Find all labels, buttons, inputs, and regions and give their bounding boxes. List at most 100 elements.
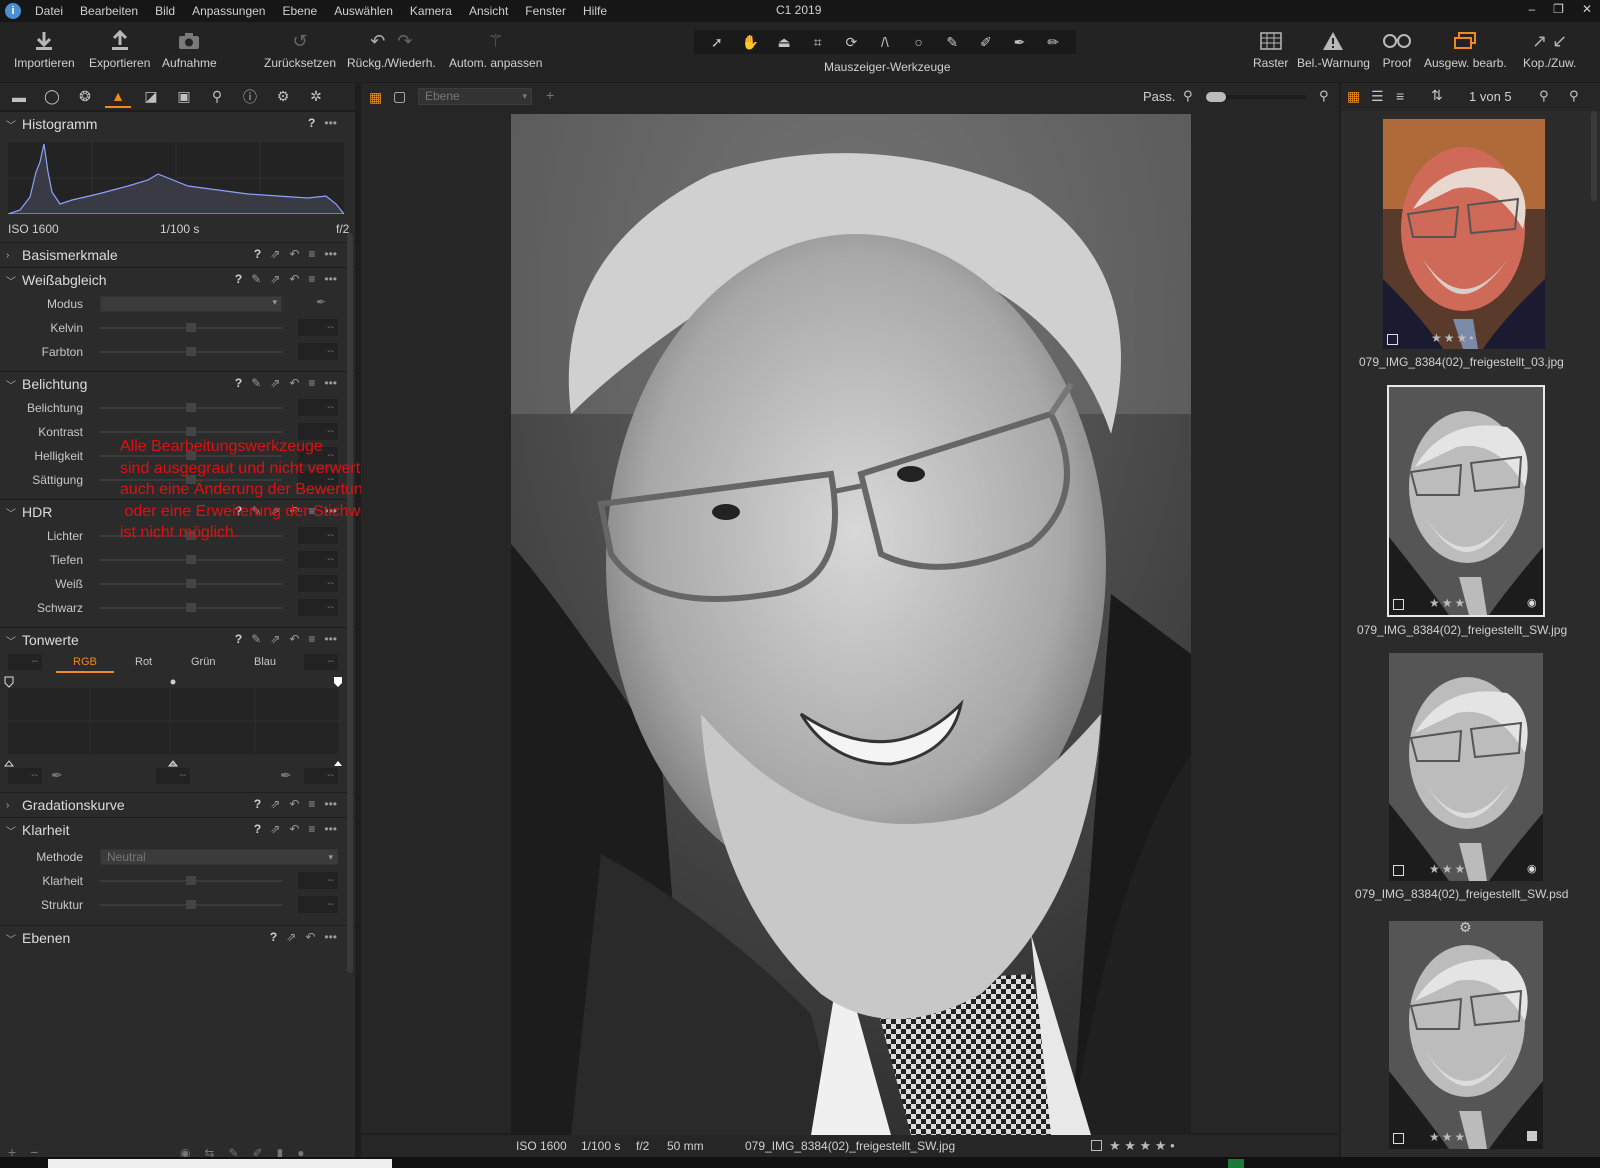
taskbar-search-box[interactable] [48, 1159, 392, 1168]
thumbnail-2-checkbox[interactable] [1393, 599, 1404, 610]
multi-view-icon[interactable]: ▦ [369, 89, 382, 106]
white-value[interactable]: -- [298, 575, 338, 592]
menu-bearbeiten[interactable]: Bearbeiten [80, 4, 138, 18]
levels-input-high[interactable]: -- [304, 654, 338, 670]
reset-icon[interactable]: ↶ [289, 822, 299, 836]
reset-icon[interactable]: ↶ [289, 272, 299, 286]
more-icon[interactable]: ••• [324, 822, 337, 836]
copy-icon[interactable]: ⇗ [270, 822, 280, 836]
output-tab-icon[interactable]: ⚙ [270, 86, 296, 108]
menu-anpassungen[interactable]: Anpassungen [192, 4, 265, 18]
picker-icon[interactable]: ✎ [251, 376, 261, 390]
kelvin-value[interactable]: -- [298, 319, 338, 336]
details-tab-icon[interactable]: ▣ [171, 86, 197, 108]
eyedropper-icon[interactable]: ✒ [1005, 34, 1033, 51]
search-icon[interactable]: ⚲ [1569, 88, 1579, 104]
select-pointer-icon[interactable]: ➚ [703, 34, 731, 51]
zoom-slider-knob[interactable] [1206, 92, 1226, 102]
brush-icon[interactable]: ✎ [938, 34, 966, 51]
layers-header[interactable]: ﹀ Ebenen ? ⇗ ↶ ••• [0, 925, 355, 950]
levels-tab-blue[interactable]: Blau [254, 656, 276, 668]
histogram-header[interactable]: ﹀ Histogramm ? ••• [0, 111, 355, 136]
presets-icon[interactable]: ≡ [308, 247, 315, 261]
search-tab-icon[interactable]: ⚲ [204, 86, 230, 108]
thumbnail-3-rating[interactable]: ★★★• [1429, 862, 1473, 876]
eyedropper-icon[interactable]: ✒ [316, 295, 326, 309]
zoom-thumbnails-icon[interactable]: ⚲ [1539, 88, 1549, 104]
help-icon[interactable]: ? [270, 930, 277, 944]
presets-icon[interactable]: ≡ [308, 632, 315, 646]
levels-header[interactable]: ﹀ Tonwerte ? ✎ ⇗ ↶ ≡ ••• [0, 627, 355, 652]
more-icon[interactable]: ••• [324, 632, 337, 646]
tint-slider-knob[interactable] [186, 347, 196, 356]
more-icon[interactable]: ••• [324, 930, 337, 944]
reset-icon[interactable]: ↶ [289, 797, 299, 811]
zoom-in-icon[interactable]: ⚲ [1319, 88, 1329, 104]
proof-button[interactable]: Proof [1382, 28, 1412, 70]
thumbnail-4[interactable]: ⚙ ★★★• [1389, 919, 1543, 1149]
spot-removal-icon[interactable]: ○ [905, 34, 933, 50]
clarity-slider-knob[interactable] [186, 876, 196, 885]
viewer-rating[interactable]: ★ ★ ★ ★ • [1109, 1138, 1175, 1154]
help-icon[interactable]: ? [308, 116, 315, 130]
levels-midtone[interactable]: -- [156, 768, 190, 784]
black-slider-knob[interactable] [186, 603, 196, 612]
structure-value[interactable]: -- [298, 896, 338, 913]
copy-icon[interactable]: ⇗ [270, 632, 280, 646]
levels-output-low[interactable]: -- [8, 768, 42, 784]
white-slider-knob[interactable] [186, 579, 196, 588]
minimize-button[interactable]: – [1528, 2, 1535, 16]
more-icon[interactable]: ••• [324, 247, 337, 261]
help-icon[interactable]: ? [235, 376, 242, 390]
clarity-header[interactable]: ﹀ Klarheit ? ⇗ ↶ ≡ ••• [0, 817, 355, 842]
help-icon[interactable]: ? [254, 797, 261, 811]
levels-output-high[interactable]: -- [304, 768, 338, 784]
more-icon[interactable]: ••• [324, 797, 337, 811]
library-tab-icon[interactable]: ▬ [6, 86, 32, 108]
more-icon[interactable]: ••• [324, 376, 337, 390]
levels-input-low[interactable]: -- [8, 654, 42, 670]
structure-slider-knob[interactable] [186, 900, 196, 909]
clarity-method-dropdown[interactable]: Neutral ▾ [100, 849, 338, 865]
add-layer-plus-icon[interactable]: + [546, 87, 554, 103]
menu-bild[interactable]: Bild [155, 4, 175, 18]
contrast-slider-knob[interactable] [186, 427, 196, 436]
thumbnail-4-checkbox[interactable] [1393, 1133, 1404, 1144]
color-tab-icon[interactable]: ❂ [72, 86, 98, 108]
presets-icon[interactable]: ≡ [308, 376, 315, 390]
keystone-icon[interactable]: /\ [871, 34, 899, 50]
exposure-slider-knob[interactable] [186, 403, 196, 412]
maximize-button[interactable]: ❐ [1553, 2, 1564, 16]
thumbnail-1-rating[interactable]: ★★★• [1431, 331, 1475, 345]
copy-icon[interactable]: ⇗ [270, 247, 280, 261]
black-point-picker-icon[interactable]: ✒ [51, 767, 63, 784]
picker-icon[interactable]: ✎ [251, 272, 261, 286]
annotation-pen-icon[interactable]: ✏ [1039, 34, 1067, 51]
basic-header[interactable]: › Basismerkmale ? ⇗ ↶ ≡ ••• [0, 242, 355, 267]
copy-apply-button[interactable]: ↗ ↙ Kop./Zuw. [1523, 28, 1576, 71]
shadows-slider-knob[interactable] [186, 555, 196, 564]
menu-kamera[interactable]: Kamera [410, 4, 452, 18]
capture-tab-icon[interactable]: ◯ [39, 86, 65, 108]
fit-label[interactable]: Pass. [1143, 89, 1176, 104]
thumbnail-2-rating[interactable]: ★★★• [1429, 596, 1473, 610]
list-view-icon[interactable]: ☰ [1371, 88, 1384, 105]
help-icon[interactable]: ? [235, 272, 242, 286]
reset-icon[interactable]: ↶ [289, 247, 299, 261]
menu-hilfe[interactable]: Hilfe [583, 4, 607, 18]
thumbnail-1-checkbox[interactable] [1387, 334, 1398, 345]
main-photo[interactable] [511, 114, 1191, 1135]
thumbnail-2-selected[interactable]: ★★★• ◉ [1387, 385, 1545, 617]
presets-icon[interactable]: ≡ [308, 272, 315, 286]
zoom-out-icon[interactable]: ⚲ [1183, 88, 1193, 104]
menu-ebene[interactable]: Ebene [282, 4, 317, 18]
browser-scrollbar[interactable] [1591, 111, 1597, 201]
clarity-value[interactable]: -- [298, 872, 338, 889]
reset-icon[interactable]: ↶ [289, 632, 299, 646]
curve-header[interactable]: › Gradationskurve ? ⇗ ↶ ≡ ••• [0, 792, 355, 817]
thumbnail-3-checkbox[interactable] [1393, 865, 1404, 876]
tint-value[interactable]: -- [298, 343, 338, 360]
thumbnail-view-icon[interactable]: ▦ [1347, 88, 1360, 105]
zoom-slider[interactable] [1206, 92, 1306, 102]
white-balance-header[interactable]: ﹀ Weißabgleich ? ✎ ⇗ ↶ ≡ ••• [0, 267, 355, 292]
